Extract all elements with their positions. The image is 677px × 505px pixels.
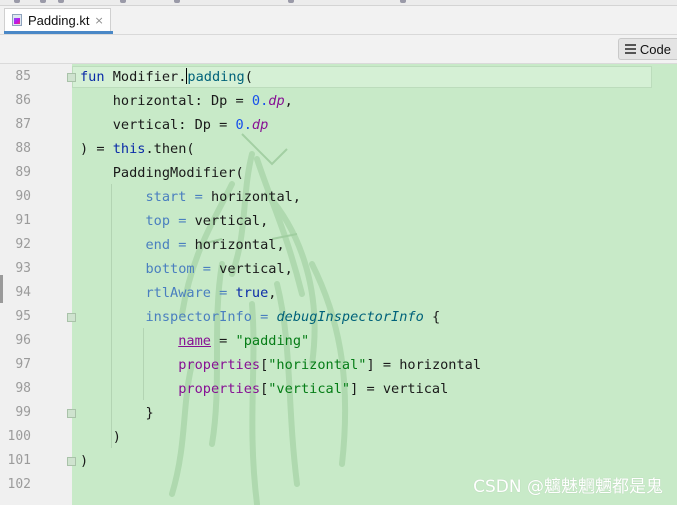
code-line: 87 vertical: Dp = 0.dp [0, 113, 677, 137]
line-number: 101 [7, 453, 31, 468]
line-number: 102 [7, 477, 31, 492]
lines-icon [624, 44, 636, 54]
code-text: rtlAware = true, [145, 285, 277, 301]
editor-tab-bar: Padding.kt × [0, 6, 677, 35]
code-text: start = horizontal, [145, 189, 301, 205]
line-number: 94 [15, 285, 31, 300]
code-line: 94 rtlAware = true, [0, 281, 677, 305]
code-view-label: Code [639, 41, 671, 57]
code-line: 101 ) [0, 449, 677, 473]
line-number: 86 [15, 93, 31, 108]
code-line: 93 bottom = vertical, [0, 257, 677, 281]
line-number: 96 [15, 333, 31, 348]
editor-toolbar: Code [0, 35, 677, 64]
code-text: vertical: Dp = 0.dp [112, 117, 269, 133]
code-text: ) [112, 429, 121, 445]
code-text: end = horizontal, [145, 237, 285, 253]
line-number: 87 [15, 117, 31, 132]
line-number: 92 [15, 237, 31, 252]
code-text: PaddingModifier( [112, 165, 244, 181]
active-tab-indicator [4, 31, 113, 34]
code-line: 99 } [0, 401, 677, 425]
code-text: inspectorInfo = debugInspectorInfo { [145, 309, 441, 325]
watermark: CSDN @魑魅魍魉都是鬼 [473, 477, 663, 497]
code-text: properties["vertical"] = vertical [178, 381, 449, 397]
line-number: 88 [15, 141, 31, 156]
code-line: 96 name = "padding" [0, 329, 677, 353]
code-line: 92 end = horizontal, [0, 233, 677, 257]
code-view-button[interactable]: Code [617, 38, 677, 60]
code-line: 90 start = horizontal, [0, 185, 677, 209]
line-number: 100 [7, 429, 31, 444]
code-line: 98 properties["vertical"] = vertical [0, 377, 677, 401]
code-text: ) [80, 453, 89, 469]
code-line: 86 horizontal: Dp = 0.dp, [0, 89, 677, 113]
code-text: name = "padding" [178, 333, 310, 349]
code-text: bottom = vertical, [145, 261, 293, 277]
line-number: 85 [15, 69, 31, 84]
code-line: 89 PaddingModifier( [0, 161, 677, 185]
line-number: 91 [15, 213, 31, 228]
code-line: 95 inspectorInfo = debugInspectorInfo { [0, 305, 677, 329]
line-number: 89 [15, 165, 31, 180]
line-number: 98 [15, 381, 31, 396]
close-icon[interactable]: × [94, 14, 103, 27]
line-number: 90 [15, 189, 31, 204]
tab-label: Padding.kt [28, 13, 90, 28]
fold-marker-icon[interactable] [67, 409, 76, 418]
code-text: horizontal: Dp = 0.dp, [112, 93, 293, 109]
line-number: 99 [15, 405, 31, 420]
code-text: top = vertical, [145, 213, 269, 229]
tab-padding-kt[interactable]: Padding.kt × [4, 8, 111, 32]
line-number: 97 [15, 357, 31, 372]
fold-marker-icon[interactable] [67, 457, 76, 466]
kotlin-file-icon [11, 14, 24, 27]
code-line: 97 properties["horizontal"] = horizontal [0, 353, 677, 377]
code-line: 88 ) = this.then( [0, 137, 677, 161]
code-text: properties["horizontal"] = horizontal [178, 357, 482, 373]
code-text: fun Modifier.padding( [80, 68, 253, 85]
code-text: } [145, 405, 154, 421]
line-number: 95 [15, 309, 31, 324]
code-line: 100 ) [0, 425, 677, 449]
code-line: 85 fun Modifier.padding( [0, 65, 677, 89]
window-edge-marker [0, 275, 3, 303]
fold-marker-icon[interactable] [67, 313, 76, 322]
code-text: ) = this.then( [80, 141, 195, 157]
line-number: 93 [15, 261, 31, 276]
code-line: 91 top = vertical, [0, 209, 677, 233]
code-editor[interactable]: 85 fun Modifier.padding( 86 horizontal: … [0, 64, 677, 505]
fold-marker-icon[interactable] [67, 73, 76, 82]
